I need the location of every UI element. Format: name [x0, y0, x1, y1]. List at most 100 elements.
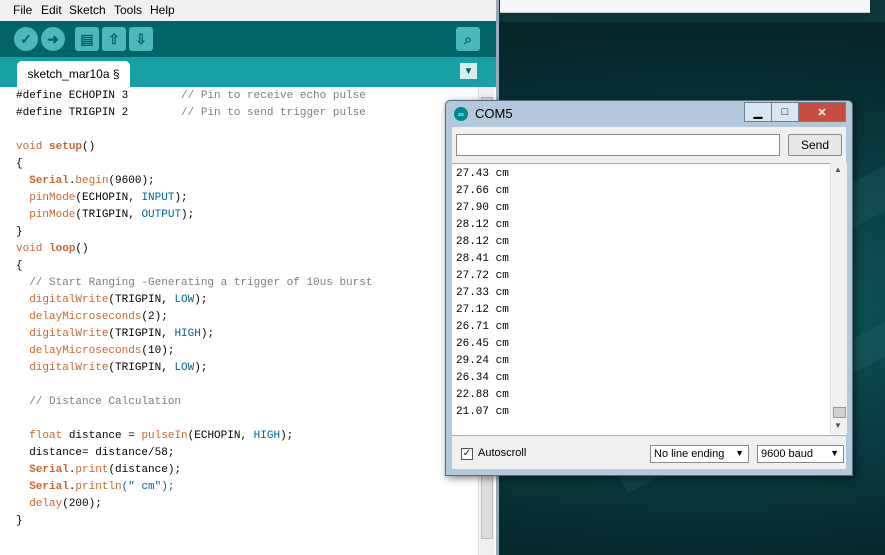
menu-sketch[interactable]: Sketch: [69, 3, 106, 17]
code-token: // Distance Calculation: [29, 396, 182, 408]
code-token: );: [174, 192, 188, 204]
output-line: 27.90 cm: [456, 202, 509, 214]
code-token: HIGH: [174, 328, 201, 340]
open-button[interactable]: ⇧: [102, 27, 126, 51]
code-line: digitalWrite(TRIGPIN, LOW);: [16, 292, 372, 309]
code-line: }: [16, 224, 372, 241]
output-scrollbar[interactable]: ▲ ▼: [830, 163, 847, 434]
code-token: );: [194, 294, 208, 306]
code-token: (): [82, 141, 96, 153]
chevron-down-icon: ▼: [735, 448, 744, 458]
code-text[interactable]: #define ECHOPIN 3 // Pin to receive echo…: [16, 88, 372, 530]
tab-sketch[interactable]: sketch_mar10a §: [17, 61, 130, 87]
code-token: (TRIGPIN,: [75, 209, 142, 221]
autoscroll-checkbox[interactable]: ✓: [461, 448, 473, 460]
minimize-button[interactable]: ▁: [744, 102, 772, 122]
code-token: );: [200, 328, 215, 340]
serial-monitor-button[interactable]: ⌕: [456, 27, 480, 51]
code-token: loop: [49, 243, 76, 255]
code-line: distance= distance/58;: [16, 445, 372, 462]
serial-monitor-window: ∞ COM5 ▁ □ ✕ Send 27.43 cm 27.66 cm 27.90 …: [445, 100, 853, 476]
serial-input[interactable]: [456, 134, 780, 156]
title-bar[interactable]: ∞ COM5 ▁ □ ✕: [446, 101, 852, 125]
code-token: // Start Ranging -Generating a trigger o…: [29, 277, 373, 289]
code-token: {: [16, 158, 23, 170]
code-token: digitalWrite: [29, 328, 109, 340]
menu-bar: File Edit Sketch Tools Help: [0, 0, 496, 21]
close-icon: ✕: [817, 106, 827, 119]
code-line: float distance = pulseIn(ECHOPIN, HIGH);: [16, 428, 372, 445]
code-token: pinMode: [29, 192, 76, 204]
save-button[interactable]: ⇩: [129, 27, 153, 51]
output-line: 21.07 cm: [456, 406, 509, 418]
tab-label: sketch_mar10a §: [27, 67, 120, 81]
code-line: // Distance Calculation: [16, 394, 372, 411]
code-line: digitalWrite(TRIGPIN, HIGH);: [16, 326, 372, 343]
new-file-icon: ▤: [80, 30, 94, 47]
code-token: }: [16, 226, 23, 238]
code-token: HIGH: [253, 430, 281, 442]
tab-bar: sketch_mar10a § ▼: [0, 57, 496, 87]
menu-tools[interactable]: Tools: [114, 3, 142, 17]
scroll-down-icon[interactable]: ▼: [834, 421, 842, 430]
code-token: pulseIn: [141, 430, 188, 442]
send-button[interactable]: Send: [788, 134, 842, 156]
output-line: 26.45 cm: [456, 338, 509, 350]
code-token: println: [75, 481, 122, 493]
menu-file[interactable]: File: [13, 3, 32, 17]
arduino-ide-window: File Edit Sketch Tools Help ✓ ➜ ▤ ⇧ ⇩ ⌕ sket…: [0, 0, 499, 555]
menu-help[interactable]: Help: [150, 3, 175, 17]
code-token: #define ECHOPIN 3: [16, 90, 182, 102]
code-token: {: [16, 260, 23, 272]
code-token: float: [29, 430, 69, 442]
scrollbar-thumb[interactable]: [833, 407, 846, 418]
code-line: delay(200);: [16, 496, 372, 513]
upload-button[interactable]: ➜: [41, 27, 65, 51]
arrow-right-icon: ➜: [47, 30, 59, 47]
minimize-icon: ▁: [753, 106, 763, 119]
code-token: (10);: [141, 345, 175, 357]
code-token: OUTPUT: [141, 209, 182, 221]
code-token: );: [181, 209, 195, 221]
code-token: (distance);: [108, 464, 182, 476]
output-line: 22.88 cm: [456, 389, 509, 401]
code-line: Serial.begin(9600);: [16, 173, 372, 190]
line-ending-value: No line ending: [654, 448, 725, 460]
code-editor[interactable]: #define ECHOPIN 3 // Pin to receive echo…: [0, 87, 478, 555]
code-token: void: [16, 141, 50, 153]
maximize-button[interactable]: □: [771, 102, 799, 122]
code-token: );: [280, 430, 294, 442]
new-button[interactable]: ▤: [75, 27, 99, 51]
code-token: // Pin to send trigger pulse: [181, 107, 366, 119]
verify-button[interactable]: ✓: [14, 27, 38, 51]
baud-rate-value: 9600 baud: [761, 448, 813, 460]
code-line: // Start Ranging -Generating a trigger o…: [16, 275, 372, 292]
scroll-up-icon[interactable]: ▲: [834, 165, 842, 174]
autoscroll-label: Autoscroll: [478, 447, 527, 459]
line-ending-select[interactable]: No line ending ▼: [650, 445, 749, 463]
code-token: begin: [75, 175, 109, 187]
tab-menu-button[interactable]: ▼: [460, 63, 477, 79]
menu-edit[interactable]: Edit: [41, 3, 62, 17]
close-button[interactable]: ✕: [798, 102, 846, 122]
code-token: print: [75, 464, 109, 476]
code-line: pinMode(ECHOPIN, INPUT);: [16, 190, 372, 207]
code-token: (TRIGPIN,: [108, 328, 175, 340]
code-line: digitalWrite(TRIGPIN, LOW);: [16, 360, 372, 377]
output-line: 28.41 cm: [456, 253, 509, 265]
magnifier-icon: ⌕: [464, 30, 472, 47]
code-line: Serial.println(" cm");: [16, 479, 372, 496]
baud-rate-select[interactable]: 9600 baud ▼: [757, 445, 844, 463]
arrow-up-icon: ⇧: [108, 30, 120, 47]
code-line: #define TRIGPIN 2 // Pin to send trigger…: [16, 105, 372, 122]
code-token: );: [194, 362, 208, 374]
